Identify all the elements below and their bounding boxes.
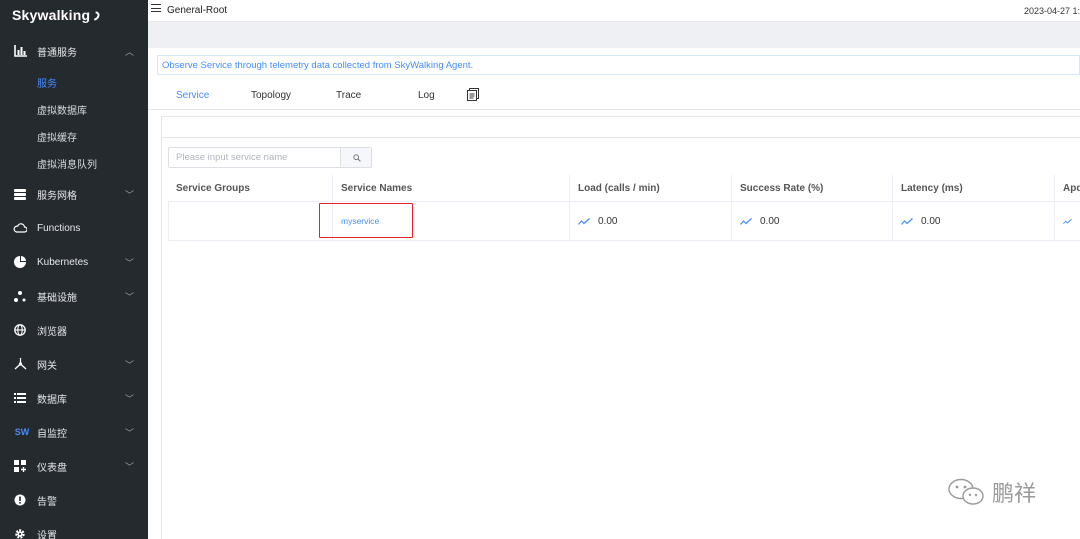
sidebar-item-label: 设置 bbox=[37, 530, 57, 539]
copy-icon[interactable] bbox=[467, 88, 479, 101]
sidebar-item-gateway[interactable]: 网关 ﹀ bbox=[0, 349, 148, 379]
sidebar-item-label: 浏览器 bbox=[37, 326, 67, 338]
tab-bar: Service Topology Trace Log bbox=[148, 82, 1080, 110]
watermark-text: 鹏祥 bbox=[992, 482, 1037, 507]
tab-topology[interactable]: Topology bbox=[251, 90, 291, 101]
logo-text: Skywalking bbox=[12, 7, 91, 23]
sidebar-item-label: 自监控 bbox=[37, 428, 67, 440]
cell-load: 0.00 bbox=[569, 202, 731, 240]
cell-apdex bbox=[1054, 202, 1080, 240]
sidebar-item-label: 基础设施 bbox=[37, 292, 77, 304]
search-input[interactable] bbox=[168, 147, 340, 168]
sidebar-item-service-mesh[interactable]: 服务网格 ﹀ bbox=[0, 179, 148, 209]
sidebar-subitem-virtual-mq[interactable]: 虚拟消息队列 bbox=[0, 150, 148, 176]
cloud-icon bbox=[13, 221, 27, 235]
cell-latency: 0.00 bbox=[892, 202, 1054, 240]
chevron-up-icon: ︿ bbox=[124, 47, 134, 57]
chevron-down-icon: ﹀ bbox=[124, 258, 134, 268]
column-header-success-rate: Success Rate (%) bbox=[731, 175, 892, 201]
gear-icon bbox=[13, 527, 27, 539]
sidebar-subitem-virtual-database[interactable]: 虚拟数据库 bbox=[0, 96, 148, 122]
menu-toggle-icon[interactable] bbox=[151, 4, 161, 14]
sparkline-icon[interactable] bbox=[740, 217, 752, 225]
sidebar-item-browser[interactable]: 浏览器 bbox=[0, 315, 148, 345]
chevron-down-icon: ﹀ bbox=[124, 428, 134, 438]
globe-icon bbox=[13, 323, 27, 337]
success-rate-value: 0.00 bbox=[760, 215, 780, 227]
cell-success-rate: 0.00 bbox=[731, 202, 892, 240]
load-value: 0.00 bbox=[598, 215, 618, 227]
sidebar-item-label: 仪表盘 bbox=[37, 462, 67, 474]
sidebar-item-alarm[interactable]: 告警 bbox=[0, 485, 148, 515]
highlight-box bbox=[319, 203, 413, 238]
table-row: myservice 0.00 0.00 0.00 bbox=[168, 202, 1080, 241]
table-header-row: Service Groups Service Names Load (calls… bbox=[168, 175, 1080, 202]
sidebar-item-general-service[interactable]: 普通服务 ︿ bbox=[0, 36, 148, 66]
column-header-service-groups: Service Groups bbox=[176, 182, 250, 194]
sparkline-icon[interactable] bbox=[901, 217, 913, 225]
nodes-icon bbox=[13, 289, 27, 303]
toolbar-strip bbox=[148, 22, 1080, 48]
sidebar-item-label: 告警 bbox=[37, 496, 57, 508]
chevron-down-icon: ﹀ bbox=[124, 360, 134, 370]
gateway-icon bbox=[13, 357, 27, 371]
sparkline-icon[interactable] bbox=[1063, 218, 1072, 225]
logo-arc-icon bbox=[88, 9, 102, 23]
sidebar-item-database[interactable]: 数据库 ﹀ bbox=[0, 383, 148, 413]
sparkline-icon[interactable] bbox=[578, 217, 590, 225]
chart-icon bbox=[13, 44, 27, 58]
search-icon bbox=[353, 154, 361, 162]
sidebar-item-label: Functions bbox=[37, 222, 81, 234]
alert-icon bbox=[13, 493, 27, 507]
sidebar-item-self-observability[interactable]: SW 自监控 ﹀ bbox=[0, 417, 148, 447]
time-range[interactable]: 2023-04-27 1: bbox=[1024, 6, 1080, 16]
sw-icon: SW bbox=[14, 426, 30, 437]
watermark: 鹏祥 bbox=[946, 476, 1036, 508]
service-description: Observe Service through telemetry data c… bbox=[157, 55, 1080, 75]
sidebar-item-label: 服务网格 bbox=[37, 190, 77, 202]
app-root: Skywalking 普通服务 ︿ 服务 虚拟数据库 虚拟缓存 虚拟消息队列 服… bbox=[0, 0, 1080, 539]
pie-icon bbox=[13, 255, 27, 269]
search-button[interactable] bbox=[340, 147, 372, 168]
latency-value: 0.00 bbox=[921, 215, 941, 227]
sidebar-item-kubernetes[interactable]: Kubernetes ﹀ bbox=[0, 247, 148, 277]
sidebar-subitem-service[interactable]: 服务 bbox=[0, 69, 148, 95]
chevron-down-icon: ﹀ bbox=[124, 462, 134, 472]
sidebar-subitem-virtual-cache[interactable]: 虚拟缓存 bbox=[0, 123, 148, 149]
breadcrumb: General-Root bbox=[167, 5, 228, 16]
tab-trace[interactable]: Trace bbox=[336, 90, 361, 101]
sidebar-item-infrastructure[interactable]: 基础设施 ﹀ bbox=[0, 281, 148, 311]
sidebar-item-label: 网关 bbox=[37, 360, 57, 372]
database-stack-icon bbox=[13, 187, 27, 201]
list-icon bbox=[13, 391, 27, 405]
sidebar-item-dashboard[interactable]: 仪表盘 ﹀ bbox=[0, 451, 148, 481]
chevron-down-icon: ﹀ bbox=[124, 394, 134, 404]
sidebar-item-label: Kubernetes bbox=[37, 256, 89, 268]
column-header-load: Load (calls / min) bbox=[569, 175, 731, 201]
wechat-icon bbox=[948, 478, 984, 505]
column-header-apdex: Apd bbox=[1054, 175, 1080, 201]
tab-log[interactable]: Log bbox=[418, 90, 435, 101]
column-header-service-names: Service Names bbox=[332, 175, 569, 201]
sidebar-item-label: 普通服务 bbox=[37, 47, 77, 59]
sidebar-item-functions[interactable]: Functions bbox=[0, 213, 148, 243]
chevron-down-icon: ﹀ bbox=[124, 190, 134, 200]
dashboard-icon bbox=[13, 459, 27, 473]
logo[interactable]: Skywalking bbox=[12, 7, 102, 23]
sidebar-item-settings[interactable]: 设置 bbox=[0, 519, 148, 539]
panel-header bbox=[162, 117, 1080, 138]
sidebar: Skywalking 普通服务 ︿ 服务 虚拟数据库 虚拟缓存 虚拟消息队列 服… bbox=[0, 0, 148, 539]
search-box bbox=[168, 147, 372, 168]
tab-service[interactable]: Service bbox=[176, 90, 209, 101]
top-bar: General-Root 2023-04-27 1: bbox=[148, 0, 1080, 22]
cell-service-group bbox=[168, 202, 332, 240]
sidebar-item-label: 数据库 bbox=[37, 394, 67, 406]
column-header-latency: Latency (ms) bbox=[892, 175, 1054, 201]
chevron-down-icon: ﹀ bbox=[124, 292, 134, 302]
